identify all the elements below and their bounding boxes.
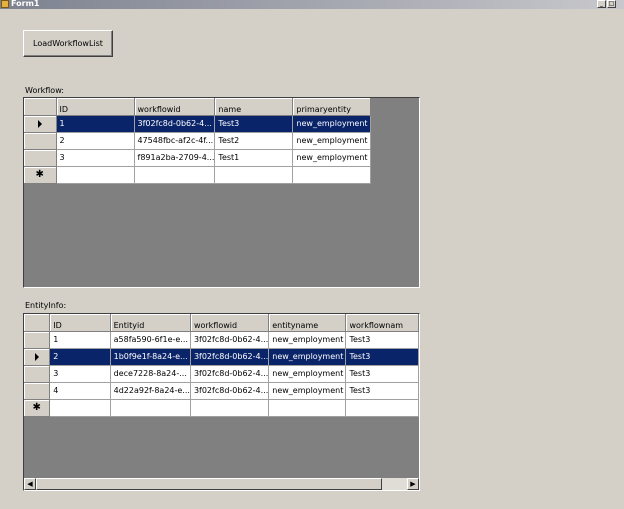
row-header[interactable] xyxy=(24,365,51,383)
workflow-col-header[interactable]: primaryentity xyxy=(292,98,372,116)
window-title: Form1 xyxy=(11,0,40,8)
entityinfo-row[interactable]: 3 dece7228-8a24-... 3f02fc8d-0b62-4... n… xyxy=(24,365,419,383)
workflow-row[interactable]: 3 f891a2ba-2709-4... Test1 new_employmen… xyxy=(24,149,372,167)
entityinfo-row[interactable]: 4 4d22a92f-8a24-e... 3f02fc8d-0b62-4... … xyxy=(24,382,419,400)
minimize-button[interactable]: _ xyxy=(597,0,606,8)
row-header[interactable] xyxy=(24,132,57,150)
cell[interactable] xyxy=(49,399,111,417)
entityinfo-col-header[interactable]: ID xyxy=(49,314,111,332)
cell[interactable]: f891a2ba-2709-4... xyxy=(134,149,216,167)
workflow-row[interactable]: 2 47548fbc-af2c-4f... Test2 new_employme… xyxy=(24,132,372,150)
cell[interactable]: 3f02fc8d-0b62-4... xyxy=(134,115,216,133)
workflow-label: Workflow: xyxy=(25,86,64,95)
cell[interactable]: new_employment xyxy=(268,365,347,383)
cell[interactable]: 3f02fc8d-0b62-4... xyxy=(190,331,270,349)
workflow-col-header[interactable]: workflowid xyxy=(134,98,216,116)
cell[interactable] xyxy=(190,399,270,417)
cell[interactable] xyxy=(345,399,419,417)
cell[interactable]: new_employment xyxy=(292,149,372,167)
cell[interactable]: 1 xyxy=(56,115,135,133)
cell[interactable]: new_employment xyxy=(268,382,347,400)
maximize-button[interactable]: □ xyxy=(607,0,616,8)
new-row-icon: ✱ xyxy=(35,168,44,180)
new-row-icon: ✱ xyxy=(32,401,41,413)
entityinfo-col-header[interactable]: Entityid xyxy=(110,314,191,332)
cell[interactable] xyxy=(292,166,372,184)
cell[interactable]: 1b0f9e1f-8a24-e... xyxy=(110,348,191,366)
workflow-new-row[interactable]: ✱ xyxy=(24,166,372,184)
cell[interactable]: 4 xyxy=(49,382,111,400)
scroll-thumb[interactable] xyxy=(36,478,382,490)
row-header[interactable]: ✱ xyxy=(24,166,57,184)
cell[interactable]: Test3 xyxy=(214,115,294,133)
row-header[interactable]: ✱ xyxy=(24,399,51,417)
horizontal-scrollbar[interactable]: ◀ ▶ xyxy=(24,478,419,490)
load-workflow-list-button[interactable]: LoadWorkflowList xyxy=(23,30,113,57)
cell[interactable] xyxy=(110,399,191,417)
cell[interactable]: 4d22a92f-8a24-e... xyxy=(110,382,191,400)
cell[interactable]: 3f02fc8d-0b62-4... xyxy=(190,365,270,383)
row-header[interactable] xyxy=(24,115,57,133)
row-header[interactable] xyxy=(24,348,51,366)
workflow-row[interactable]: 1 3f02fc8d-0b62-4... Test3 new_employmen… xyxy=(24,115,372,133)
entityinfo-col-header[interactable]: entityname xyxy=(268,314,347,332)
cell[interactable]: 2 xyxy=(56,132,135,150)
title-bar[interactable]: Form1 _ □ xyxy=(0,0,624,9)
cell[interactable]: 47548fbc-af2c-4f... xyxy=(134,132,216,150)
workflow-header-row: ID workflowid name primaryentity xyxy=(24,98,372,116)
scroll-left-icon[interactable]: ◀ xyxy=(24,478,36,490)
cell[interactable]: 3 xyxy=(56,149,135,167)
row-header[interactable] xyxy=(24,149,57,167)
cell[interactable]: new_employment xyxy=(292,115,372,133)
cell[interactable] xyxy=(56,166,135,184)
workflow-col-header[interactable]: ID xyxy=(56,98,135,116)
current-row-arrow-icon xyxy=(34,352,39,361)
cell[interactable]: Test2 xyxy=(214,132,294,150)
cell[interactable]: 3 xyxy=(49,365,111,383)
cell[interactable]: new_employment xyxy=(268,331,347,349)
current-row-arrow-icon xyxy=(37,119,42,128)
row-header[interactable] xyxy=(24,382,51,400)
entityinfo-header-row: ID Entityid workflowid entityname workfl… xyxy=(24,314,419,332)
entityinfo-corner-header[interactable] xyxy=(24,314,51,332)
cell[interactable]: Test1 xyxy=(214,149,294,167)
cell[interactable] xyxy=(134,166,216,184)
entityinfo-row[interactable]: 2 1b0f9e1f-8a24-e... 3f02fc8d-0b62-4... … xyxy=(24,348,419,366)
entityinfo-new-row[interactable]: ✱ xyxy=(24,399,419,417)
row-header[interactable] xyxy=(24,331,51,349)
cell[interactable] xyxy=(214,166,294,184)
app-icon xyxy=(1,0,9,8)
cell[interactable]: 1 xyxy=(49,331,111,349)
workflow-table: ID workflowid name primaryentity 1 3f02f… xyxy=(24,98,372,184)
cell[interactable]: a58fa590-6f1e-e... xyxy=(110,331,191,349)
cell[interactable]: 3f02fc8d-0b62-4... xyxy=(190,382,270,400)
scroll-right-icon[interactable]: ▶ xyxy=(407,478,419,490)
cell[interactable]: 2 xyxy=(49,348,111,366)
cell[interactable]: new_employment xyxy=(268,348,347,366)
cell[interactable]: Test3 xyxy=(345,365,419,383)
cell[interactable]: dece7228-8a24-... xyxy=(110,365,191,383)
entityinfo-row[interactable]: 1 a58fa590-6f1e-e... 3f02fc8d-0b62-4... … xyxy=(24,331,419,349)
cell[interactable]: new_employment xyxy=(292,132,372,150)
cell[interactable]: Test3 xyxy=(345,331,419,349)
entityinfo-grid[interactable]: ID Entityid workflowid entityname workfl… xyxy=(23,313,420,491)
entityinfo-col-header[interactable]: workflownam xyxy=(345,314,419,332)
cell[interactable]: Test3 xyxy=(345,348,419,366)
entityinfo-col-header[interactable]: workflowid xyxy=(190,314,270,332)
cell[interactable]: Test3 xyxy=(345,382,419,400)
cell[interactable] xyxy=(268,399,347,417)
entityinfo-label: EntityInfo: xyxy=(25,301,67,310)
workflow-grid[interactable]: ID workflowid name primaryentity 1 3f02f… xyxy=(23,97,420,288)
workflow-col-header[interactable]: name xyxy=(214,98,294,116)
cell[interactable]: 3f02fc8d-0b62-4... xyxy=(190,348,270,366)
entityinfo-table: ID Entityid workflowid entityname workfl… xyxy=(24,314,419,417)
workflow-corner-header[interactable] xyxy=(24,98,57,116)
